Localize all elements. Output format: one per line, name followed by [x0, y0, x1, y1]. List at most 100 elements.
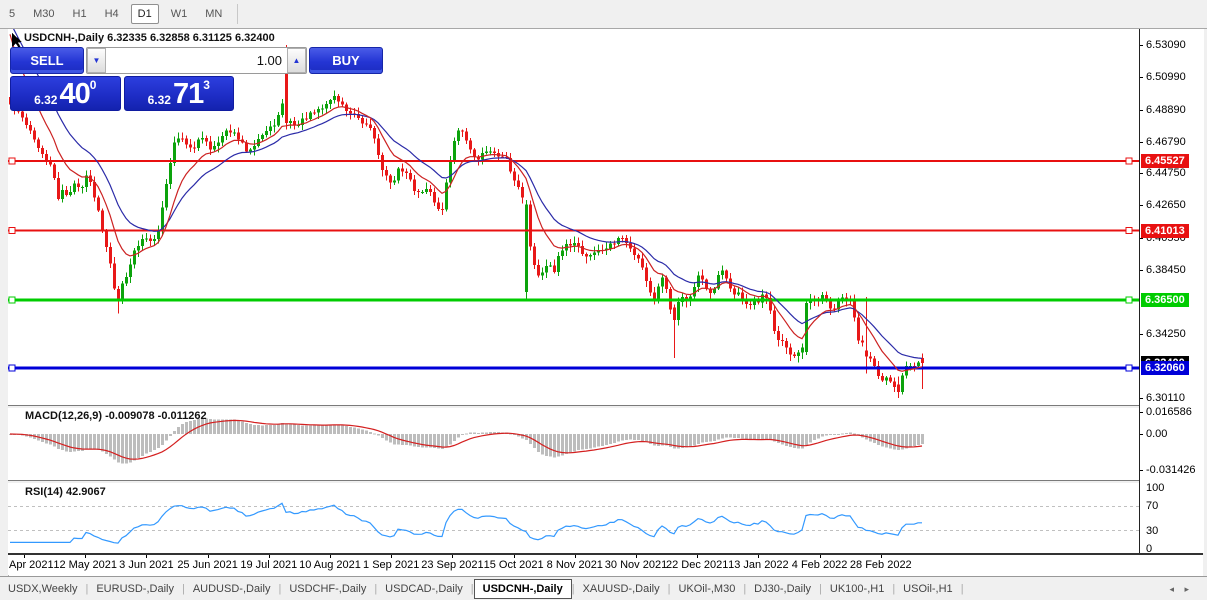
macd-histogram-bar: [341, 425, 344, 434]
price-axis[interactable]: 6.53090 6.50990 6.48890 6.46790 6.44750 6.426…: [1139, 29, 1204, 555]
candle-body: [317, 108, 320, 113]
buy-price-display[interactable]: 6.32 71 3: [123, 76, 234, 111]
macd-histogram-bar: [557, 434, 560, 457]
candle-body: [409, 172, 412, 180]
buy-button[interactable]: BUY: [309, 47, 383, 74]
line-handle[interactable]: [1125, 296, 1133, 304]
macd-histogram-bar: [393, 434, 396, 445]
macd-histogram-bar: [481, 432, 484, 434]
chart-tab-dj30-[interactable]: DJ30-,Daily: [746, 580, 819, 598]
timeframe-button-m30[interactable]: M30: [27, 5, 60, 23]
macd-histogram-bar: [605, 434, 608, 445]
macd-histogram-bar: [129, 434, 132, 463]
tab-scroll-arrows[interactable]: ◂ ▸: [1169, 584, 1193, 595]
candle-body: [117, 289, 120, 299]
macd-histogram-bar: [241, 421, 244, 434]
macd-histogram-bar: [729, 434, 732, 438]
candle-body: [445, 182, 448, 210]
price-axis-label: 6.50990: [1146, 71, 1186, 84]
chart-tab-usdchf-[interactable]: USDCHF-,Daily: [281, 580, 374, 598]
macd-histogram-bar: [89, 434, 92, 449]
macd-histogram-bar: [457, 434, 460, 438]
candle-body: [161, 207, 164, 230]
volume-decrease-button[interactable]: ▼: [87, 48, 106, 73]
timeframe-button-w1[interactable]: W1: [165, 5, 194, 23]
candle-body: [525, 204, 528, 293]
macd-histogram-bar: [445, 434, 448, 448]
candle-body: [69, 191, 72, 195]
candle-body: [421, 191, 424, 193]
candle-body: [673, 307, 676, 320]
line-handle[interactable]: [8, 227, 16, 235]
candle-body: [649, 281, 652, 293]
macd-histogram-bar: [405, 434, 408, 446]
timeframe-button-5[interactable]: 5: [3, 5, 21, 23]
candle-body: [133, 250, 136, 265]
line-price-badge[interactable]: 6.45527: [1141, 154, 1189, 169]
line-price-badge[interactable]: 6.41013: [1141, 223, 1189, 238]
timeframe-button-mn[interactable]: MN: [199, 5, 228, 23]
candle-body: [201, 138, 204, 140]
line-handle[interactable]: [1125, 364, 1133, 372]
macd-histogram-bar: [701, 434, 704, 443]
price-tick: [1140, 397, 1143, 399]
candle-body: [861, 340, 864, 343]
timeframe-button-h4[interactable]: H4: [99, 5, 125, 23]
line-handle[interactable]: [8, 157, 16, 165]
date-axis[interactable]: 20 Apr 202112 May 20213 Jun 202125 Jun 2…: [8, 555, 1139, 575]
candle-body: [433, 191, 436, 203]
macd-histogram-bar: [137, 434, 140, 459]
line-handle[interactable]: [8, 296, 16, 304]
timeframe-button-d1[interactable]: D1: [130, 4, 159, 24]
chart-tab-xauusd-[interactable]: XAUUSD-,Daily: [575, 580, 668, 598]
sell-price-display[interactable]: 6.32 40 0: [10, 76, 121, 111]
macd-histogram-bar: [585, 434, 588, 450]
macd-histogram-bar: [593, 434, 596, 448]
price-tick: [1140, 205, 1143, 207]
sell-button[interactable]: SELL: [10, 47, 84, 74]
macd-histogram-bar: [673, 434, 676, 449]
macd-histogram-bar: [573, 434, 576, 452]
macd-histogram-bar: [545, 434, 548, 456]
chart-tab-eurusd-[interactable]: EURUSD-,Daily: [88, 580, 182, 598]
candle-body: [269, 126, 272, 132]
price-tick: [1140, 77, 1143, 79]
rsi-panel[interactable]: [8, 483, 1139, 553]
chart-tab-ukoil-[interactable]: UKOil-,M30: [670, 580, 743, 598]
price-axis-label: 6.38450: [1146, 263, 1186, 276]
sell-price-point: 0: [89, 78, 97, 92]
line-handle[interactable]: [8, 364, 16, 372]
candle-body: [609, 243, 612, 249]
macd-histogram-bar: [725, 434, 728, 438]
volume-increase-button[interactable]: ▲: [287, 48, 306, 73]
chart-tab-usdcad-[interactable]: USDCAD-,Daily: [377, 580, 471, 598]
line-price-badge[interactable]: 6.36500: [1141, 292, 1189, 307]
chart-tab-usdcnh-[interactable]: USDCNH-,Daily: [473, 578, 572, 599]
chart-tab-usoil-[interactable]: USOil-,H1: [895, 580, 961, 598]
line-handle[interactable]: [1125, 227, 1133, 235]
volume-input[interactable]: [106, 48, 287, 73]
candle-body: [485, 151, 488, 153]
chart-tab-usdx[interactable]: USDX,Weekly: [0, 580, 85, 598]
candle-body: [381, 154, 384, 171]
chart-tab-audusd-[interactable]: AUDUSD-,Daily: [185, 580, 279, 598]
timeframe-button-h1[interactable]: H1: [67, 5, 93, 23]
candle-body: [333, 96, 336, 101]
chart-tab-uk100-[interactable]: UK100-,H1: [822, 580, 892, 598]
candle-body: [313, 112, 316, 114]
macd-histogram-bar: [345, 425, 348, 434]
candle-body: [537, 265, 540, 276]
date-axis-label: 23 Sep 2021: [421, 559, 484, 571]
macd-histogram-bar: [233, 419, 236, 434]
candle-body: [169, 162, 172, 185]
date-tick: [24, 555, 25, 558]
line-handle[interactable]: [1125, 157, 1133, 165]
date-tick: [207, 555, 209, 558]
macd-histogram-bar: [765, 434, 768, 440]
macd-histogram-bar: [809, 434, 812, 443]
candle-body: [377, 138, 380, 155]
line-price-badge[interactable]: 6.32060: [1141, 361, 1189, 376]
macd-histogram-bar: [793, 434, 796, 449]
buy-price-prefix: 6.32: [147, 93, 171, 107]
macd-histogram-bar: [845, 433, 848, 435]
